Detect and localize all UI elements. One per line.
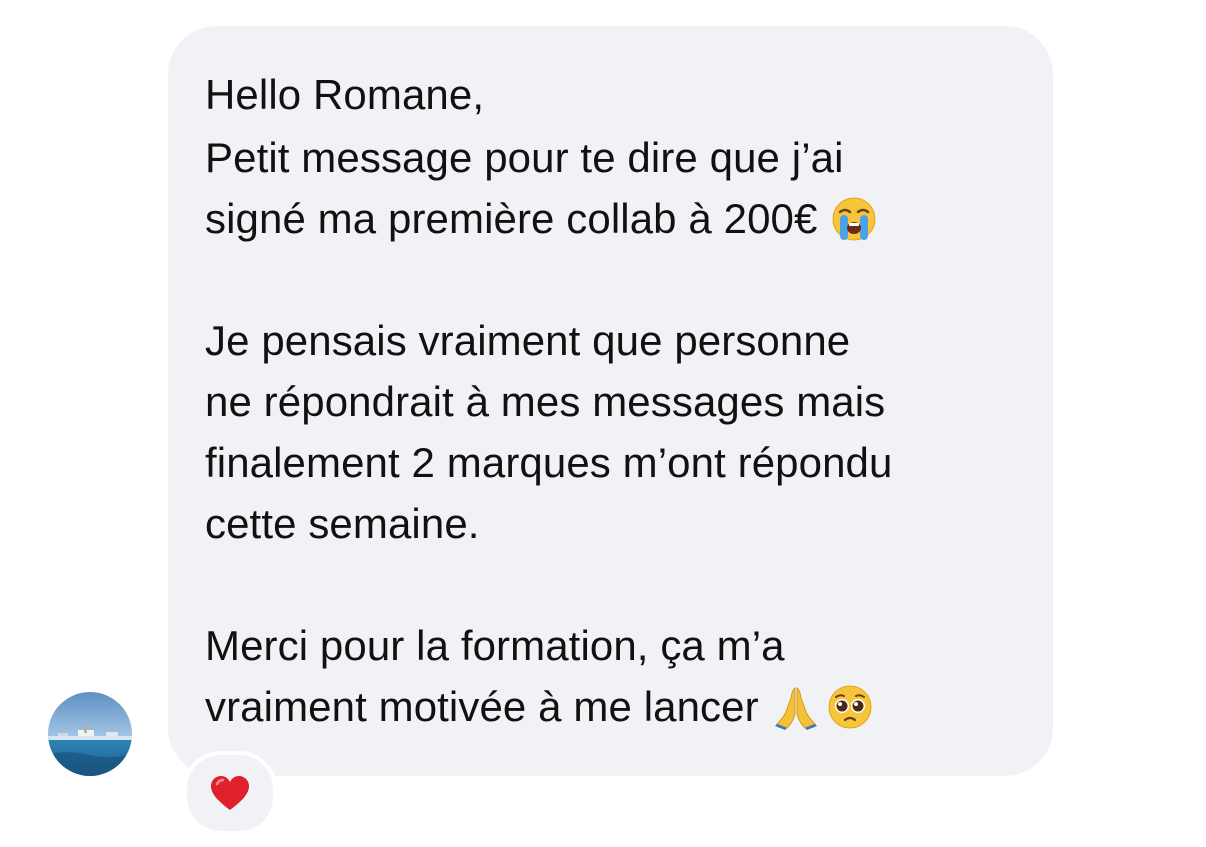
message-line: Petit message pour te dire que j’ai <box>205 134 844 181</box>
message-line: finalement 2 marques m’ont répondu <box>205 439 893 486</box>
pleading-face-icon <box>827 684 873 730</box>
message-greeting: Hello Romane, <box>205 71 485 118</box>
heart-reaction[interactable] <box>183 751 277 835</box>
red-heart-icon <box>211 776 249 810</box>
message-line: cette semaine. <box>205 500 480 547</box>
message-line: ne répondrait à mes messages mais <box>205 378 886 425</box>
loudly-crying-face-icon <box>831 196 877 242</box>
avatar-image <box>48 692 132 776</box>
folded-hands-icon <box>773 684 819 730</box>
message-line: Merci pour la formation, ça m’a <box>205 622 785 669</box>
message-line: Je pensais vraiment que personne <box>205 317 851 364</box>
message-line-with-emoji: vraiment motivée à me lancer <box>205 676 1017 737</box>
message-thread: Hello Romane, Petit message pour te dire… <box>0 0 1206 847</box>
sender-avatar[interactable] <box>48 692 132 776</box>
message-line-text: vraiment motivée à me lancer <box>205 683 759 730</box>
message-line-text: signé ma première collab à 200€ <box>205 195 818 242</box>
message-bubble[interactable]: Hello Romane, Petit message pour te dire… <box>168 26 1053 776</box>
message-line-with-emoji: signé ma première collab à 200€ <box>205 188 1017 249</box>
